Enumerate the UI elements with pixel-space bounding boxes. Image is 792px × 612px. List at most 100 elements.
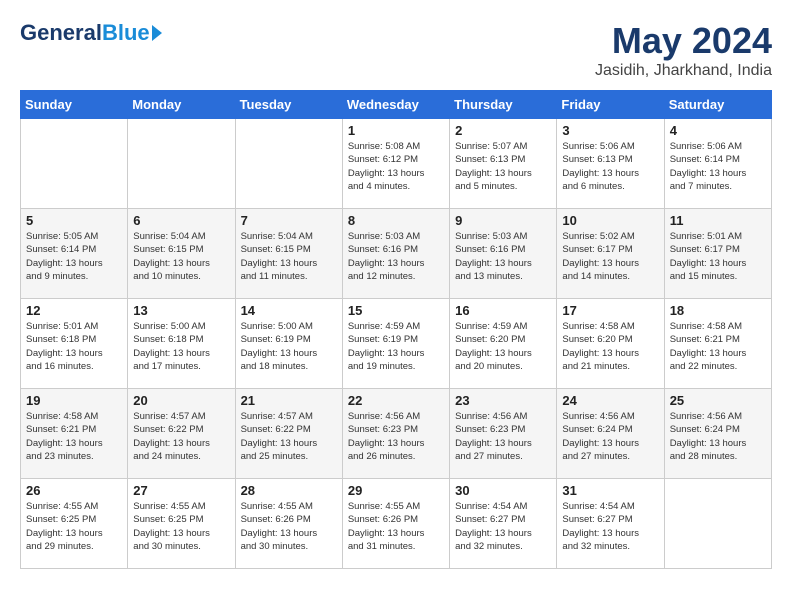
- day-info: Sunrise: 4:55 AM Sunset: 6:26 PM Dayligh…: [348, 500, 444, 553]
- day-number: 12: [26, 303, 122, 318]
- calendar-cell: [235, 119, 342, 209]
- day-info: Sunrise: 5:07 AM Sunset: 6:13 PM Dayligh…: [455, 140, 551, 193]
- calendar-cell: 2 Sunrise: 5:07 AM Sunset: 6:13 PM Daylig…: [450, 119, 557, 209]
- day-number: 25: [670, 393, 766, 408]
- day-info: Sunrise: 4:59 AM Sunset: 6:19 PM Dayligh…: [348, 320, 444, 373]
- title-block: May 2024 Jasidih, Jharkhand, India: [595, 20, 772, 80]
- calendar-table: SundayMondayTuesdayWednesdayThursdayFrid…: [20, 90, 772, 569]
- day-info: Sunrise: 4:57 AM Sunset: 6:22 PM Dayligh…: [241, 410, 337, 463]
- day-number: 29: [348, 483, 444, 498]
- calendar-cell: 12Sunrise: 5:01 AM Sunset: 6:18 PM Dayli…: [21, 299, 128, 389]
- calendar-week-row: 19 Sunrise: 4:58 AM Sunset: 6:21 PM Dayli…: [21, 389, 772, 479]
- day-number: 9: [455, 213, 551, 228]
- day-header-wednesday: Wednesday: [342, 91, 449, 119]
- day-number: 23: [455, 393, 551, 408]
- calendar-cell: 8Sunrise: 5:03 AM Sunset: 6:16 PM Daylig…: [342, 209, 449, 299]
- day-info: Sunrise: 5:08 AM Sunset: 6:12 PM Dayligh…: [348, 140, 444, 193]
- calendar-cell: [21, 119, 128, 209]
- calendar-cell: 22 Sunrise: 4:56 AM Sunset: 6:23 PM Dayli…: [342, 389, 449, 479]
- calendar-cell: [664, 479, 771, 569]
- location-subtitle: Jasidih, Jharkhand, India: [595, 62, 772, 80]
- day-number: 5: [26, 213, 122, 228]
- calendar-cell: 18 Sunrise: 4:58 AM Sunset: 6:21 PM Dayli…: [664, 299, 771, 389]
- day-info: Sunrise: 4:55 AM Sunset: 6:25 PM Dayligh…: [133, 500, 229, 553]
- day-info: Sunrise: 4:55 AM Sunset: 6:26 PM Dayligh…: [241, 500, 337, 553]
- day-number: 26: [26, 483, 122, 498]
- day-info: Sunrise: 4:54 AM Sunset: 6:27 PM Dayligh…: [562, 500, 658, 553]
- logo-arrow-icon: [152, 25, 162, 41]
- month-year-title: May 2024: [595, 20, 772, 62]
- day-info: Sunrise: 4:56 AM Sunset: 6:23 PM Dayligh…: [348, 410, 444, 463]
- calendar-cell: 9 Sunrise: 5:03 AM Sunset: 6:16 PM Daylig…: [450, 209, 557, 299]
- day-info: Sunrise: 4:58 AM Sunset: 6:20 PM Dayligh…: [562, 320, 658, 373]
- day-info: Sunrise: 5:02 AM Sunset: 6:17 PM Dayligh…: [562, 230, 658, 283]
- day-number: 6: [133, 213, 229, 228]
- calendar-cell: 29 Sunrise: 4:55 AM Sunset: 6:26 PM Dayli…: [342, 479, 449, 569]
- day-info: Sunrise: 4:58 AM Sunset: 6:21 PM Dayligh…: [26, 410, 122, 463]
- day-info: Sunrise: 5:06 AM Sunset: 6:13 PM Dayligh…: [562, 140, 658, 193]
- day-number: 8: [348, 213, 444, 228]
- day-number: 21: [241, 393, 337, 408]
- day-header-saturday: Saturday: [664, 91, 771, 119]
- day-info: Sunrise: 5:03 AM Sunset: 6:16 PM Dayligh…: [455, 230, 551, 283]
- calendar-week-row: 26 Sunrise: 4:55 AM Sunset: 6:25 PM Dayli…: [21, 479, 772, 569]
- calendar-cell: 4 Sunrise: 5:06 AM Sunset: 6:14 PM Daylig…: [664, 119, 771, 209]
- day-info: Sunrise: 5:00 AM Sunset: 6:18 PM Dayligh…: [133, 320, 229, 373]
- day-number: 2: [455, 123, 551, 138]
- day-number: 16: [455, 303, 551, 318]
- calendar-cell: 20Sunrise: 4:57 AM Sunset: 6:22 PM Dayli…: [128, 389, 235, 479]
- calendar-week-row: 12Sunrise: 5:01 AM Sunset: 6:18 PM Dayli…: [21, 299, 772, 389]
- calendar-cell: 28 Sunrise: 4:55 AM Sunset: 6:26 PM Dayli…: [235, 479, 342, 569]
- page-header: General Blue May 2024 Jasidih, Jharkhand…: [20, 20, 772, 80]
- day-info: Sunrise: 4:55 AM Sunset: 6:25 PM Dayligh…: [26, 500, 122, 553]
- calendar-cell: 14Sunrise: 5:00 AM Sunset: 6:19 PM Dayli…: [235, 299, 342, 389]
- calendar-cell: 27 Sunrise: 4:55 AM Sunset: 6:25 PM Dayli…: [128, 479, 235, 569]
- day-info: Sunrise: 5:04 AM Sunset: 6:15 PM Dayligh…: [133, 230, 229, 283]
- logo: General Blue: [20, 20, 162, 46]
- day-header-thursday: Thursday: [450, 91, 557, 119]
- day-info: Sunrise: 4:54 AM Sunset: 6:27 PM Dayligh…: [455, 500, 551, 553]
- day-info: Sunrise: 4:56 AM Sunset: 6:24 PM Dayligh…: [670, 410, 766, 463]
- day-number: 18: [670, 303, 766, 318]
- day-number: 7: [241, 213, 337, 228]
- calendar-cell: 26 Sunrise: 4:55 AM Sunset: 6:25 PM Dayli…: [21, 479, 128, 569]
- day-number: 19: [26, 393, 122, 408]
- day-number: 11: [670, 213, 766, 228]
- calendar-cell: 1 Sunrise: 5:08 AM Sunset: 6:12 PM Daylig…: [342, 119, 449, 209]
- day-number: 27: [133, 483, 229, 498]
- calendar-cell: 16 Sunrise: 4:59 AM Sunset: 6:20 PM Dayli…: [450, 299, 557, 389]
- logo-general-text: General: [20, 20, 102, 46]
- day-info: Sunrise: 5:05 AM Sunset: 6:14 PM Dayligh…: [26, 230, 122, 283]
- calendar-header-row: SundayMondayTuesdayWednesdayThursdayFrid…: [21, 91, 772, 119]
- calendar-week-row: 5 Sunrise: 5:05 AM Sunset: 6:14 PM Daylig…: [21, 209, 772, 299]
- day-number: 28: [241, 483, 337, 498]
- day-header-tuesday: Tuesday: [235, 91, 342, 119]
- logo-blue-text: Blue: [102, 20, 150, 46]
- calendar-cell: 13 Sunrise: 5:00 AM Sunset: 6:18 PM Dayli…: [128, 299, 235, 389]
- day-number: 1: [348, 123, 444, 138]
- day-number: 15: [348, 303, 444, 318]
- calendar-cell: 7 Sunrise: 5:04 AM Sunset: 6:15 PM Daylig…: [235, 209, 342, 299]
- day-info: Sunrise: 4:59 AM Sunset: 6:20 PM Dayligh…: [455, 320, 551, 373]
- day-info: Sunrise: 4:57 AM Sunset: 6:22 PM Dayligh…: [133, 410, 229, 463]
- day-header-monday: Monday: [128, 91, 235, 119]
- calendar-cell: 11 Sunrise: 5:01 AM Sunset: 6:17 PM Dayli…: [664, 209, 771, 299]
- day-number: 22: [348, 393, 444, 408]
- day-number: 17: [562, 303, 658, 318]
- calendar-week-row: 1 Sunrise: 5:08 AM Sunset: 6:12 PM Daylig…: [21, 119, 772, 209]
- day-info: Sunrise: 5:00 AM Sunset: 6:19 PM Dayligh…: [241, 320, 337, 373]
- calendar-cell: 15 Sunrise: 4:59 AM Sunset: 6:19 PM Dayli…: [342, 299, 449, 389]
- day-info: Sunrise: 5:01 AM Sunset: 6:17 PM Dayligh…: [670, 230, 766, 283]
- day-number: 13: [133, 303, 229, 318]
- day-header-sunday: Sunday: [21, 91, 128, 119]
- calendar-cell: 24Sunrise: 4:56 AM Sunset: 6:24 PM Dayli…: [557, 389, 664, 479]
- day-info: Sunrise: 5:04 AM Sunset: 6:15 PM Dayligh…: [241, 230, 337, 283]
- day-info: Sunrise: 4:58 AM Sunset: 6:21 PM Dayligh…: [670, 320, 766, 373]
- day-number: 24: [562, 393, 658, 408]
- calendar-cell: 25 Sunrise: 4:56 AM Sunset: 6:24 PM Dayli…: [664, 389, 771, 479]
- calendar-cell: 31Sunrise: 4:54 AM Sunset: 6:27 PM Dayli…: [557, 479, 664, 569]
- calendar-cell: 30Sunrise: 4:54 AM Sunset: 6:27 PM Dayli…: [450, 479, 557, 569]
- day-info: Sunrise: 5:06 AM Sunset: 6:14 PM Dayligh…: [670, 140, 766, 193]
- calendar-cell: 17 Sunrise: 4:58 AM Sunset: 6:20 PM Dayli…: [557, 299, 664, 389]
- day-number: 4: [670, 123, 766, 138]
